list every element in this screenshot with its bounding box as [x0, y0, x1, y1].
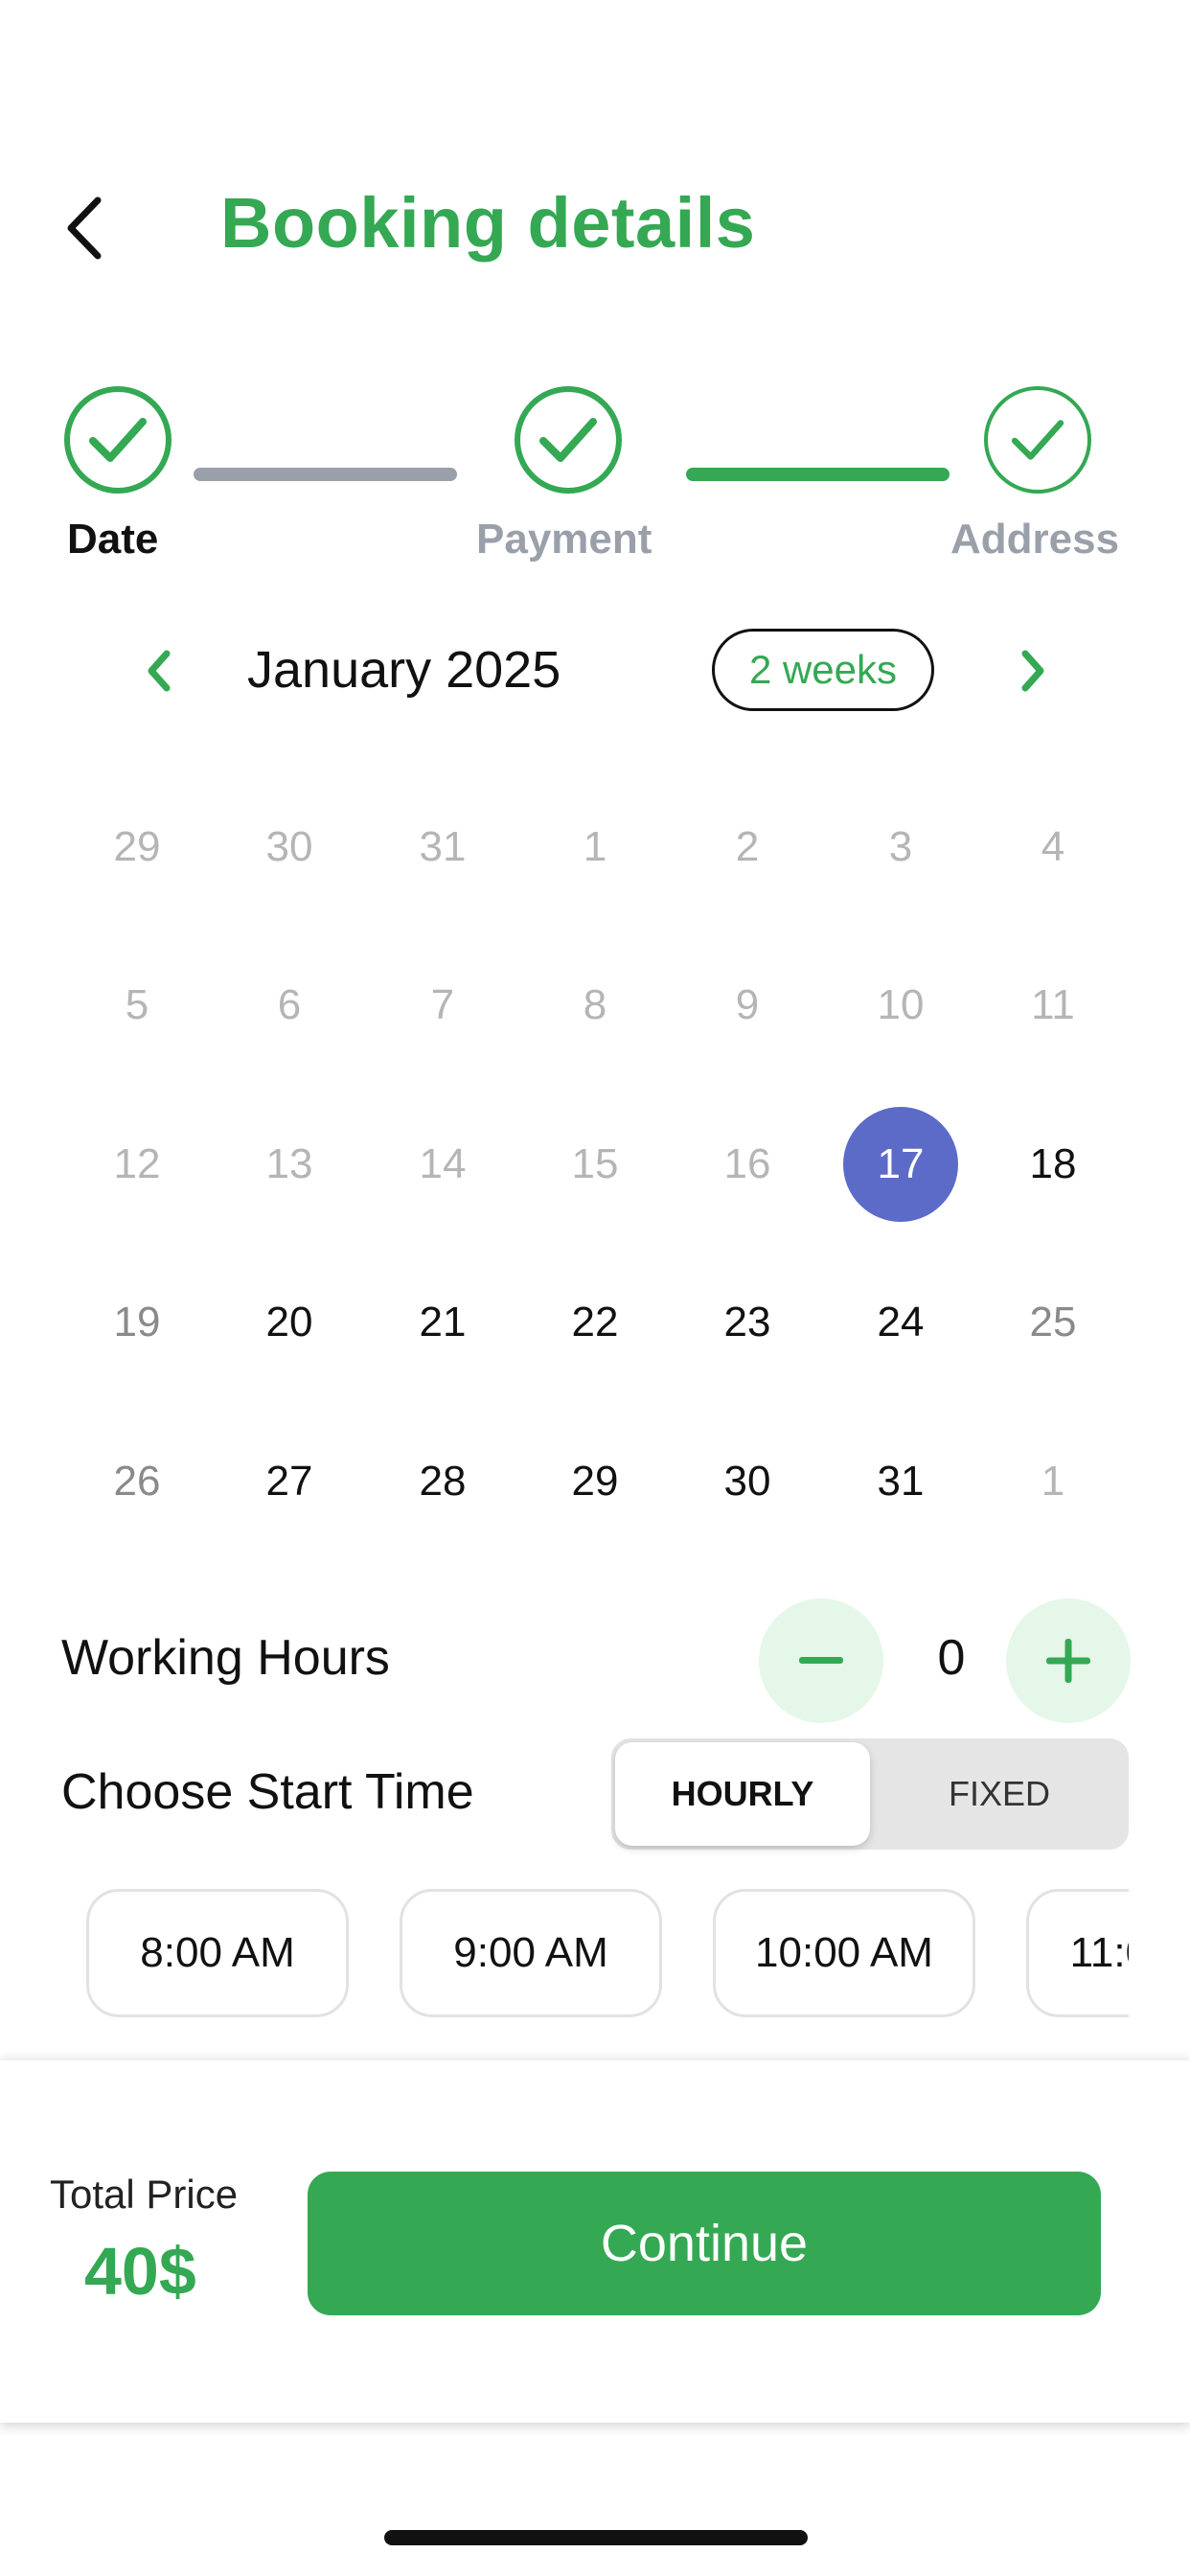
calendar-day[interactable]: 24 [843, 1265, 958, 1380]
page-title: Booking details [220, 183, 756, 263]
step-label-payment: Payment [476, 516, 652, 563]
calendar-day: 2 [735, 823, 760, 870]
mode-option-hourly[interactable]: HOURLY [615, 1742, 870, 1846]
home-indicator [384, 2530, 808, 2545]
calendar-day: 4 [1041, 823, 1065, 870]
calendar-day: 13 [265, 1140, 313, 1187]
step-label-date: Date [67, 516, 159, 563]
step-connector-1 [194, 468, 457, 481]
step-address-indicator [984, 386, 1091, 494]
total-price-value: 40$ [84, 2234, 196, 2309]
working-hours-value: 0 [937, 1630, 966, 1686]
calendar-day: 30 [265, 823, 313, 870]
calendar-day[interactable]: 27 [232, 1424, 347, 1539]
minus-icon [799, 1657, 843, 1664]
chevron-left-icon [148, 650, 171, 692]
calendar-day[interactable]: 26 [80, 1424, 195, 1539]
calendar-day: 1 [583, 823, 607, 870]
calendar-day[interactable]: 25 [995, 1265, 1110, 1380]
calendar-day: 6 [277, 981, 302, 1028]
calendar-day: 14 [419, 1140, 467, 1187]
time-slot-chip[interactable]: 11:00 AM [1026, 1889, 1129, 2017]
check-icon [1011, 420, 1064, 460]
time-slot-chip[interactable]: 9:00 AM [400, 1889, 662, 2017]
month-label: January 2025 [247, 641, 561, 699]
step-label-address: Address [950, 516, 1120, 563]
calendar-day: 5 [125, 981, 149, 1028]
calendar-day[interactable]: 31 [843, 1424, 958, 1539]
calendar-day: 3 [888, 823, 913, 870]
increment-button[interactable] [1006, 1598, 1131, 1723]
check-icon [539, 418, 597, 462]
calendar-day[interactable]: 29 [538, 1424, 652, 1539]
range-chip[interactable]: 2 weeks [712, 629, 934, 711]
calendar-day: 8 [583, 981, 607, 1028]
total-price-label: Total Price [50, 2172, 239, 2217]
next-month-button[interactable] [1016, 644, 1050, 698]
time-slot-chip[interactable]: 8:00 AM [86, 1889, 349, 2017]
calendar-day[interactable]: 18 [995, 1107, 1110, 1222]
start-time-label: Choose Start Time [61, 1764, 474, 1820]
calendar-day: 16 [723, 1140, 771, 1187]
calendar-day[interactable]: 28 [385, 1424, 500, 1539]
calendar-day: 11 [1031, 981, 1075, 1028]
continue-button[interactable]: Continue [308, 2172, 1101, 2315]
calendar-day[interactable]: 21 [385, 1265, 500, 1380]
plus-icon [1046, 1639, 1090, 1683]
check-icon [89, 418, 147, 462]
time-slot-chip[interactable]: 10:00 AM [713, 1889, 975, 2017]
mode-option-fixed[interactable]: FIXED [874, 1742, 1125, 1846]
step-date-indicator [64, 386, 172, 494]
decrement-button[interactable] [759, 1598, 883, 1723]
step-payment-indicator [515, 386, 622, 494]
calendar-day[interactable]: 19 [80, 1265, 195, 1380]
chevron-left-icon [67, 196, 102, 260]
prev-month-button[interactable] [142, 644, 176, 698]
calendar-day: 10 [877, 981, 925, 1028]
chevron-right-icon [1021, 650, 1044, 692]
time-slot-list[interactable]: 8:00 AM 9:00 AM 10:00 AM 11:00 AM [0, 1883, 1129, 2027]
calendar-day[interactable]: 30 [690, 1424, 805, 1539]
calendar-day: 15 [571, 1140, 619, 1187]
calendar-day[interactable]: 23 [690, 1265, 805, 1380]
calendar-day: 9 [735, 981, 760, 1028]
calendar-day: 12 [113, 1140, 161, 1187]
calendar-day-selected[interactable]: 17 [843, 1107, 958, 1222]
calendar-day[interactable]: 22 [538, 1265, 652, 1380]
step-connector-2 [686, 468, 950, 481]
calendar-day: 31 [419, 823, 467, 870]
calendar-day[interactable]: 20 [232, 1265, 347, 1380]
back-button[interactable] [56, 190, 113, 266]
working-hours-label: Working Hours [61, 1630, 390, 1686]
calendar-day: 29 [113, 823, 161, 870]
calendar-day: 1 [1041, 1458, 1065, 1505]
calendar-day: 7 [430, 981, 455, 1028]
